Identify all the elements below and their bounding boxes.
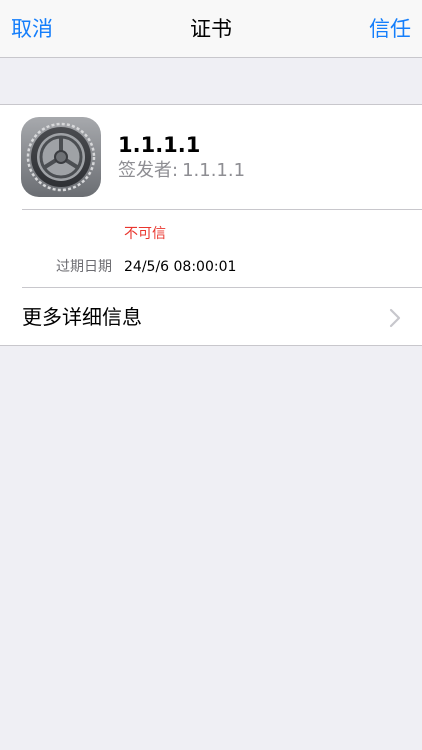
certificate-name: 1.1.1.1 <box>118 133 201 157</box>
expiry-date-value: 24/5/6 08:00:01 <box>124 259 237 275</box>
issuer-value: 1.1.1.1 <box>182 160 246 181</box>
trust-button[interactable]: 信任 <box>369 16 411 42</box>
divider <box>22 209 422 210</box>
more-details-label: 更多详细信息 <box>22 305 142 329</box>
issuer-row: 签发者: 1.1.1.1 <box>118 160 245 182</box>
navigation-bar: 取消 证书 信任 <box>0 0 422 58</box>
issuer-label: 签发者: <box>118 160 179 181</box>
trust-status-text: 不可信 <box>124 226 166 242</box>
more-details-row[interactable]: 更多详细信息 <box>0 288 422 346</box>
settings-gear-icon <box>21 117 101 197</box>
expiry-date-label: 过期日期 <box>56 259 112 275</box>
certificate-card: 1.1.1.1 签发者: 1.1.1.1 不可信 过期日期 24/5/6 08:0… <box>0 104 422 346</box>
chevron-right-icon <box>389 308 401 328</box>
page-title: 证书 <box>190 17 232 41</box>
